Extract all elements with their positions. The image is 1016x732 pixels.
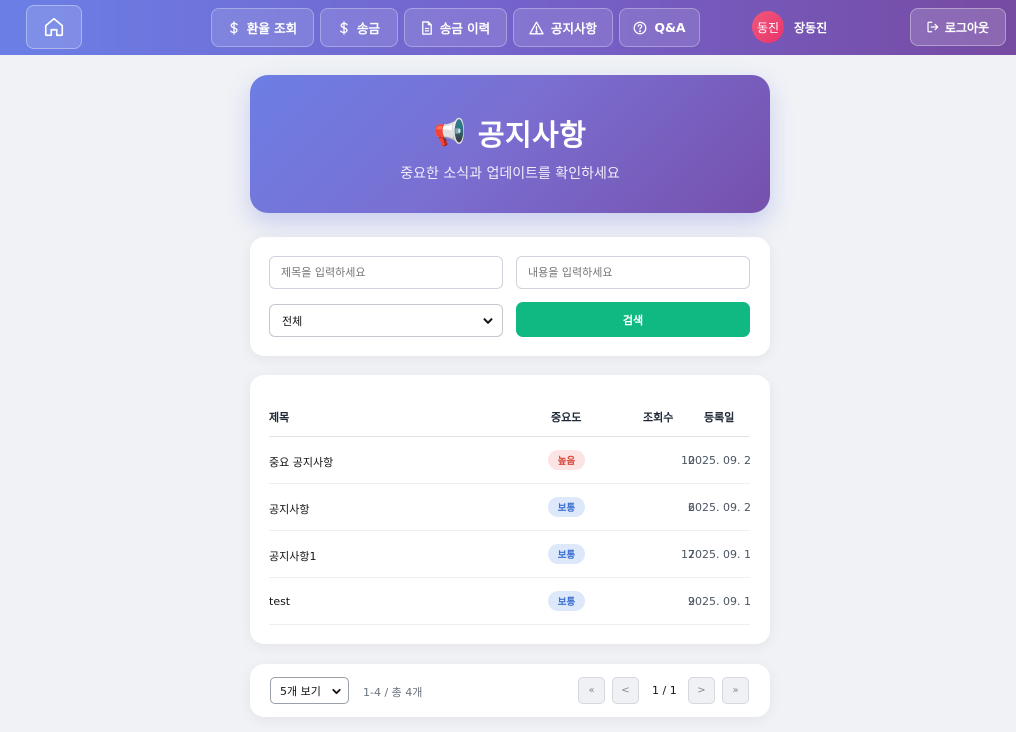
column-header-views: 조회수 [643,411,674,424]
nav-exchange-rate-label: 환율 조회 [246,21,298,36]
importance-filter-value: 전체 [282,314,303,328]
user-name: 장동진 [794,20,828,35]
nav-transfer[interactable]: 송금 [320,8,398,47]
logout-icon [927,21,939,33]
chevron-down-icon [483,318,493,324]
content-search-input[interactable] [516,256,750,289]
chevron-down-icon [332,688,341,695]
importance-badge: 보통 [548,544,585,564]
column-header-importance: 중요도 [551,411,582,424]
avatar: 동진 [752,11,784,43]
nav-qna[interactable]: Q&A [619,8,700,47]
result-range-text: 1-4 / 총 4개 [363,686,423,699]
home-button[interactable] [26,5,82,49]
pagination-bar: 5개 보기 1-4 / 총 4개 « < 1 / 1 > » [250,664,770,717]
table-row[interactable]: 중요 공지사항 높음 10 2025. 09. 20. [269,437,750,484]
importance-badge: 높음 [548,450,585,470]
notice-title: 공지사항 [269,503,310,516]
importance-badge: 보통 [548,497,585,517]
page-size-select[interactable]: 5개 보기 [270,677,349,704]
warning-icon [529,21,544,34]
megaphone-icon: 📢 [433,118,466,148]
search-panel: 전체 검색 [250,237,770,356]
registered-date: 2025. 09. 20. [688,454,750,467]
registered-date: 2025. 09. 19. [688,548,750,561]
column-header-date: 등록일 [704,411,735,424]
nav-notices-label: 공지사항 [550,21,597,36]
question-circle-icon [634,21,647,34]
notice-title: test [269,595,291,608]
registered-date: 2025. 09. 21. [688,501,750,514]
top-navigation-bar: 환율 조회 송금 송금 이력 공지사항 Q&A 동진 장동진 로그아웃 [0,0,1016,55]
nav-qna-label: Q&A [654,20,686,35]
document-icon [421,20,432,35]
dollar-icon [340,20,348,35]
page-title: 공지사항 [477,118,587,152]
nav-notices[interactable]: 공지사항 [513,8,613,47]
notice-title: 공지사항1 [269,550,317,563]
table-row[interactable]: 공지사항1 보통 17 2025. 09. 19. [269,531,750,578]
nav-transfer-label: 송금 [356,21,380,36]
home-icon [44,17,64,37]
nav-exchange-rate[interactable]: 환율 조회 [211,8,314,47]
dollar-icon [229,20,238,35]
logout-label: 로그아웃 [944,20,990,35]
notice-hero-banner: 📢 공지사항 중요한 소식과 업데이트를 확인하세요 [250,75,770,213]
importance-badge: 보통 [548,591,585,611]
nav-transfer-history[interactable]: 송금 이력 [404,8,507,47]
nav-transfer-history-label: 송금 이력 [439,21,491,36]
notice-table: 제목 중요도 조회수 등록일 중요 공지사항 높음 10 2025. 09. 2… [250,375,770,644]
next-page-button[interactable]: > [688,677,715,704]
notice-title: 중요 공지사항 [269,456,334,469]
table-row[interactable]: test 보통 9 2025. 09. 19. [269,578,750,625]
title-search-input[interactable] [269,256,503,289]
page-indicator: 1 / 1 [652,684,677,697]
user-profile: 동진 장동진 [752,11,827,43]
last-page-button[interactable]: » [722,677,749,704]
importance-filter-select[interactable]: 전체 [269,304,503,337]
search-button[interactable]: 검색 [516,302,750,337]
previous-page-button[interactable]: < [612,677,639,704]
column-header-title: 제목 [269,411,290,424]
logout-button[interactable]: 로그아웃 [910,8,1006,46]
page-size-value: 5개 보기 [280,684,321,698]
table-row[interactable]: 공지사항 보통 6 2025. 09. 21. [269,484,750,531]
first-page-button[interactable]: « [578,677,605,704]
registered-date: 2025. 09. 19. [688,595,750,608]
page-subtitle: 중요한 소식과 업데이트를 확인하세요 [400,166,620,182]
